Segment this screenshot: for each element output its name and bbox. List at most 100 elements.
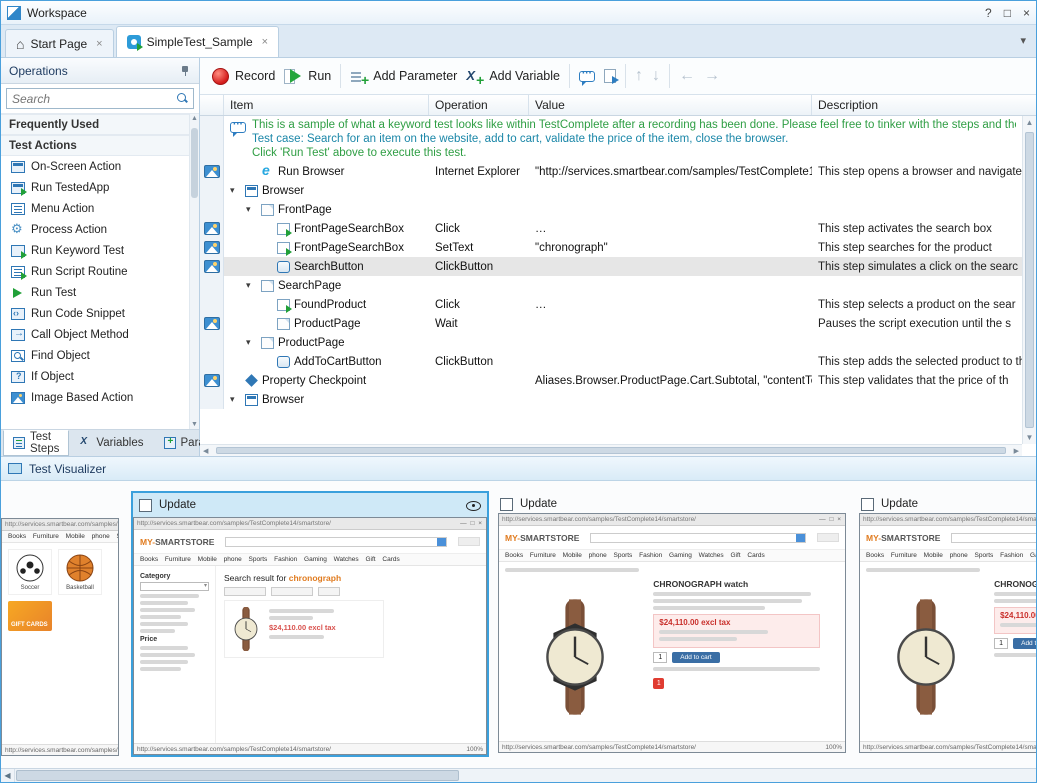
chevron-down-icon[interactable] [246,280,257,291]
table-row-searchbutton-selected[interactable]: SearchButton ClickButton This step simul… [200,257,1022,276]
table-row-productpage-wait[interactable]: ProductPage Wait Pauses the script execu… [200,314,1022,333]
table-row-run-browser[interactable]: Run Browser Internet Explorer "http://se… [200,162,1022,181]
visualizer-image-icon [204,222,220,235]
table-row-browser-group[interactable]: Browser [200,181,1022,200]
indent-left-icon[interactable] [679,67,695,85]
group-test-actions[interactable]: Test Actions [1,135,199,156]
tab-test-steps[interactable]: Test Steps [3,430,69,456]
tab-close-icon[interactable]: × [96,38,102,50]
search-box [6,88,194,109]
column-operation[interactable]: Operation [429,95,529,115]
add-to-cart-button[interactable]: Add to cart [672,652,719,663]
eye-icon[interactable] [465,498,481,512]
op-run-script-routine[interactable]: Run Script Routine [1,261,199,282]
tab-overflow-chevron-icon[interactable]: ▾ [1020,34,1026,47]
op-menu-action[interactable]: Menu Action [1,198,199,219]
update-checkbox[interactable] [139,499,152,512]
operations-panel-header: Operations [1,58,199,84]
indent-right-icon[interactable] [704,67,720,85]
visualizer-image-icon [204,165,220,178]
pin-icon[interactable] [180,65,191,77]
update-checkbox[interactable] [861,498,874,511]
chevron-down-icon[interactable] [246,337,257,348]
add-comment-button[interactable] [579,71,595,82]
float-button[interactable]: □ [1004,6,1011,20]
add-description-button[interactable] [604,69,616,83]
add-variable-button[interactable]: Add Variable [466,69,560,84]
op-image-based-action[interactable]: Image Based Action [1,387,199,408]
store-logo: MY-SMARTSTORE [140,537,214,547]
visualizer-frame-product[interactable]: Update http://services.smartbear.com/sam… [498,495,846,753]
run-button[interactable]: Run [284,68,331,84]
toolbar-separator [669,64,670,88]
operations-scrollbar[interactable]: ▲▼ [189,114,199,429]
grid-vertical-scrollbar[interactable]: ▲▼ [1022,116,1036,444]
op-find-object[interactable]: Find Object [1,345,199,366]
quantity-stepper[interactable]: 1 [994,638,1008,649]
column-value[interactable]: Value [529,95,812,115]
table-row-productpage-group[interactable]: ProductPage [200,333,1022,352]
update-label: Update [881,498,918,510]
home-icon [16,36,24,52]
column-item[interactable]: Item [224,95,429,115]
group-frequently-used[interactable]: Frequently Used [1,114,199,135]
chevron-down-icon[interactable] [230,185,241,196]
tab-close-icon[interactable]: × [262,36,268,48]
visualizer-horizontal-scrollbar[interactable]: ◀ [1,768,1036,782]
title-bar: Workspace ? □ × [1,1,1036,25]
op-run-keyword-test[interactable]: Run Keyword Test [1,240,199,261]
op-run-testedapp[interactable]: Run TestedApp [1,177,199,198]
table-row-foundproduct-click[interactable]: FoundProduct Click … This step selects a… [200,295,1022,314]
product-card: $24,110.00 excl tax [224,600,384,658]
gift-cards-tile: GIFT CARDS [8,601,52,631]
add-to-cart-button[interactable]: Add to cart [1013,638,1036,649]
browser-url: http://services.smartbear.com/samples/Te… [5,521,118,528]
visualizer-frame-category[interactable]: http://services.smartbear.com/samples/Te… [1,518,119,756]
grid-header: Item Operation Value Description [200,95,1036,116]
op-call-object-method[interactable]: Call Object Method [1,324,199,345]
variables-icon [79,437,91,449]
table-row-searchbox-settext[interactable]: FrontPageSearchBox SetText "chronograph"… [200,238,1022,257]
quantity-stepper[interactable]: 1 [653,652,667,663]
move-down-icon[interactable] [652,67,660,85]
chevron-down-icon[interactable] [230,394,241,405]
browser-window-buttons-icon [819,516,842,523]
record-button[interactable]: Record [212,68,275,85]
op-on-screen-action[interactable]: On-Screen Action [1,156,199,177]
chevron-down-icon[interactable] [246,204,257,215]
comment-row[interactable]: This is a sample of what a keyword test … [200,116,1022,162]
search-input[interactable] [12,92,177,106]
move-up-icon[interactable] [635,67,643,85]
add-parameter-button[interactable]: Add Parameter [350,69,457,84]
search-icon[interactable] [177,93,188,104]
update-checkbox[interactable] [500,498,513,511]
table-row-searchpage-group[interactable]: SearchPage [200,276,1022,295]
tab-variables[interactable]: Variables [69,430,153,456]
store-nav: Books Furniture Mobile phone Sports Fash… [499,550,845,562]
button-icon [277,356,290,368]
browser-url: http://services.smartbear.com/samples/Te… [137,520,331,527]
tab-start-page[interactable]: Start Page × [5,29,114,57]
op-run-code-snippet[interactable]: Run Code Snippet [1,303,199,324]
table-row-property-checkpoint[interactable]: Property Checkpoint Aliases.Browser.Prod… [200,371,1022,390]
op-if-object[interactable]: If Object [1,366,199,387]
op-process-action[interactable]: Process Action [1,219,199,240]
close-button[interactable]: × [1023,6,1030,20]
tab-label: SimpleTest_Sample [147,35,253,49]
table-row-browser-group[interactable]: Browser [200,390,1022,409]
visualizer-image-icon [204,241,220,254]
visualizer-frame-product-partial[interactable]: Update http://services.smartbear.com/sam… [859,495,1036,753]
keyword-test-editor: Record Run Add Parameter Add Variable It… [200,58,1036,456]
column-description[interactable]: Description [812,95,1036,115]
store-search-box [590,533,806,543]
visualizer-frame-search-selected[interactable]: Update http://services.smartbear.com/sam… [131,491,489,757]
op-run-test[interactable]: Run Test [1,282,199,303]
table-row-addtocart-click[interactable]: AddToCartButton ClickButton This step ad… [200,352,1022,371]
help-button[interactable]: ? [985,6,992,20]
table-row-searchbox-click[interactable]: FrontPageSearchBox Click … This step act… [200,219,1022,238]
table-row-frontpage-group[interactable]: FrontPage [200,200,1022,219]
window-title: Workspace [27,6,87,20]
tab-simpletest-sample[interactable]: SimpleTest_Sample × [116,26,280,57]
visualizer-frame-header: Update [498,495,846,513]
grid-horizontal-scrollbar[interactable]: ◀▶ [200,444,1022,456]
